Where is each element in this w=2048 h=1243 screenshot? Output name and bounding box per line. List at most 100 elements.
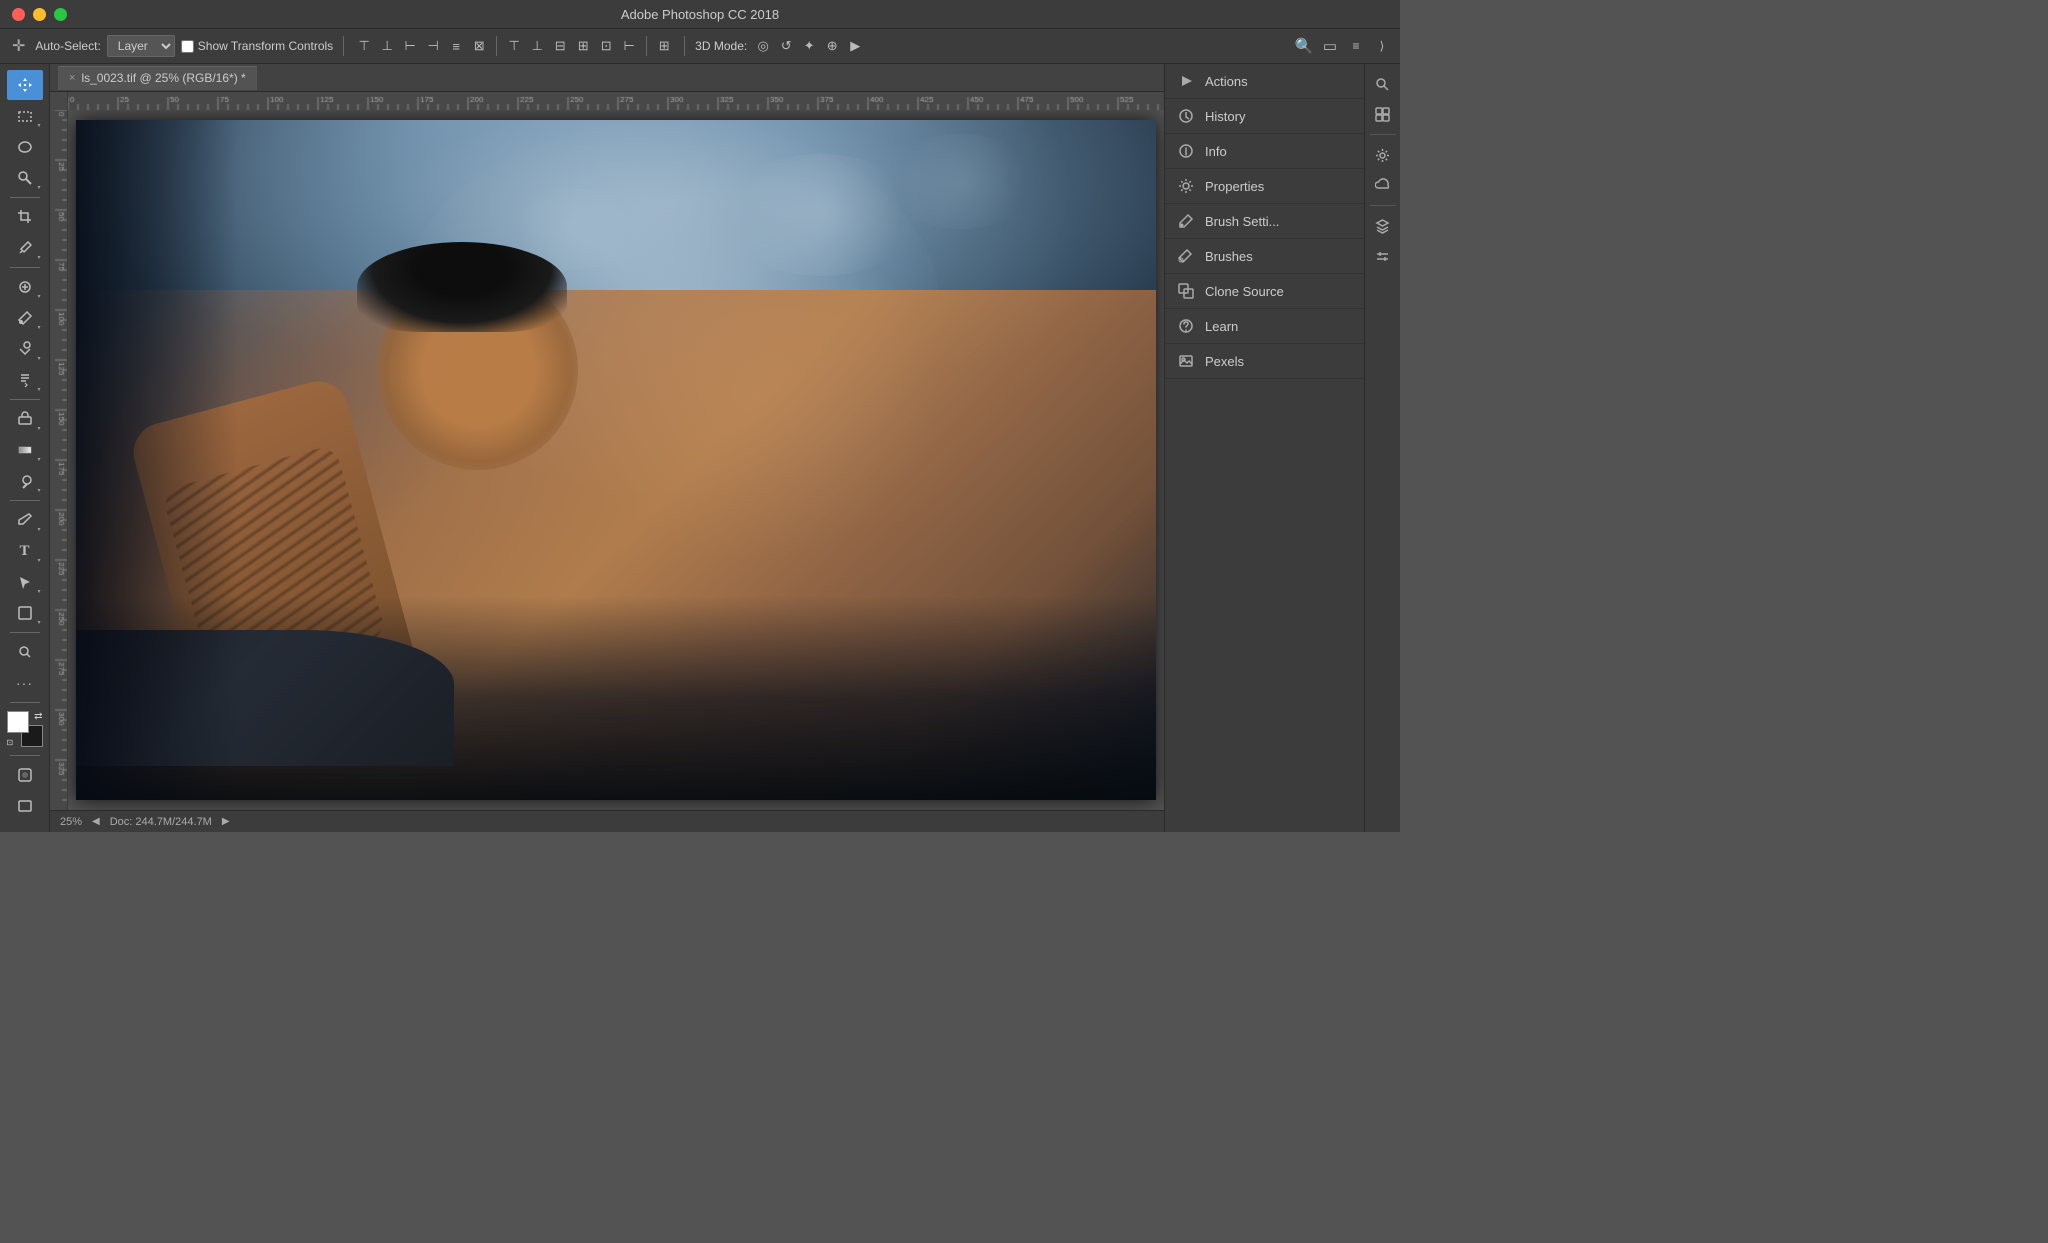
panel-item-clone-source[interactable]: Clone Source: [1165, 274, 1364, 309]
strip-separator-2: [1370, 205, 1396, 206]
title-bar: Adobe Photoshop CC 2018: [0, 0, 1400, 28]
align-left-icon[interactable]: ⊣: [423, 36, 443, 56]
strip-adjustments-icon[interactable]: [1369, 242, 1397, 270]
ruler-vertical: [50, 110, 68, 810]
tool-path-select[interactable]: ▾: [7, 567, 43, 597]
info-icon: [1177, 142, 1195, 160]
window-controls: [12, 8, 67, 21]
align-vcenter-icon[interactable]: ⊥: [377, 36, 397, 56]
strip-layers-icon[interactable]: [1369, 212, 1397, 240]
app-title: Adobe Photoshop CC 2018: [621, 7, 779, 22]
transform-controls-label[interactable]: Show Transform Controls: [181, 39, 333, 53]
tab-bar: × ls_0023.tif @ 25% (RGB/16*) *: [50, 64, 1164, 92]
brushes-label: Brushes: [1205, 249, 1352, 264]
clone-source-label: Clone Source: [1205, 284, 1352, 299]
layer-dropdown[interactable]: Layer Group: [107, 35, 175, 57]
options-bar: ✛ Auto-Select: Layer Group Show Transfor…: [0, 28, 1400, 64]
3d-scale-icon[interactable]: ▶: [845, 36, 865, 56]
3d-slide-icon[interactable]: ⊕: [822, 36, 842, 56]
tool-heal[interactable]: ▾: [7, 272, 43, 302]
tool-quick-mask[interactable]: [7, 760, 43, 790]
strip-search-icon[interactable]: [1369, 70, 1397, 98]
brush-settings-label: Brush Setti...: [1205, 214, 1352, 229]
tool-lasso[interactable]: [7, 132, 43, 162]
tool-gradient[interactable]: ▾: [7, 435, 43, 465]
canvas-with-ruler: [50, 110, 1164, 810]
strip-arrange-icon[interactable]: [1369, 100, 1397, 128]
distribute-vcenter-icon[interactable]: ⊥: [527, 36, 547, 56]
tool-select-rect[interactable]: ▾: [7, 101, 43, 131]
distribute-right-icon[interactable]: ⊢: [619, 36, 639, 56]
panel-item-pexels[interactable]: Pexels: [1165, 344, 1364, 379]
properties-label: Properties: [1205, 179, 1352, 194]
status-right-arrow[interactable]: ▶: [222, 816, 230, 827]
strip-cloud-icon[interactable]: [1369, 171, 1397, 199]
canvas-container[interactable]: [68, 110, 1164, 810]
3d-mode-label: 3D Mode:: [695, 39, 747, 53]
distribute-top-icon[interactable]: ⊤: [504, 36, 524, 56]
canvas-image[interactable]: [76, 120, 1156, 800]
tool-eyedropper[interactable]: ▾: [7, 233, 43, 263]
separator-1: [343, 36, 344, 56]
document-tab[interactable]: × ls_0023.tif @ 25% (RGB/16*) *: [58, 66, 257, 90]
tool-more[interactable]: ···: [7, 668, 43, 698]
align-top-icon[interactable]: ⊤: [354, 36, 374, 56]
reset-colors-icon[interactable]: ⊡: [7, 738, 14, 747]
distribute-left-icon[interactable]: ⊞: [573, 36, 593, 56]
status-bar: 25% ◀ Doc: 244.7M/244.7M ▶: [50, 810, 1164, 832]
tool-separator-3: [10, 399, 40, 400]
learn-label: Learn: [1205, 319, 1352, 334]
tool-dodge[interactable]: ▾: [7, 466, 43, 496]
color-swatches[interactable]: ⇄ ⊡: [7, 711, 43, 747]
maximize-button[interactable]: [54, 8, 67, 21]
close-button[interactable]: [12, 8, 25, 21]
clone-source-icon: [1177, 282, 1195, 300]
search-icon-topbar[interactable]: 🔍: [1294, 36, 1314, 56]
arrange-icon[interactable]: ▭: [1320, 36, 1340, 56]
tool-clone-stamp[interactable]: ▾: [7, 334, 43, 364]
strip-separator-1: [1370, 134, 1396, 135]
tab-close-button[interactable]: ×: [69, 72, 75, 84]
3d-rotate-icon[interactable]: ◎: [753, 36, 773, 56]
expand-icon[interactable]: ⟩: [1372, 36, 1392, 56]
main-layout: ▾ ▾ ▾ ▾ ▾ ▾ ▾: [0, 64, 1400, 832]
tool-magic-wand[interactable]: ▾: [7, 163, 43, 193]
3d-pan-icon[interactable]: ✦: [799, 36, 819, 56]
tool-move[interactable]: [7, 70, 43, 100]
tool-shape[interactable]: ▾: [7, 598, 43, 628]
distribute-bottom-icon[interactable]: ⊟: [550, 36, 570, 56]
3d-roll-icon[interactable]: ↺: [776, 36, 796, 56]
right-panels: Actions History Info Properties: [1164, 64, 1364, 832]
workspace-icon[interactable]: ≡: [1346, 36, 1366, 56]
tool-history-brush[interactable]: ▾: [7, 365, 43, 395]
transform-controls-checkbox[interactable]: [181, 40, 194, 53]
strip-settings-icon[interactable]: [1369, 141, 1397, 169]
panel-item-properties[interactable]: Properties: [1165, 169, 1364, 204]
extra-icon[interactable]: ⊞: [654, 36, 674, 56]
panel-item-brushes[interactable]: Brushes: [1165, 239, 1364, 274]
right-icon-strip: [1364, 64, 1400, 832]
minimize-button[interactable]: [33, 8, 46, 21]
panel-item-brush-settings[interactable]: Brush Setti...: [1165, 204, 1364, 239]
tool-eraser[interactable]: ▾: [7, 404, 43, 434]
align-bottom-icon[interactable]: ⊢: [400, 36, 420, 56]
status-left-arrow[interactable]: ◀: [92, 816, 100, 827]
panel-item-actions[interactable]: Actions: [1165, 64, 1364, 99]
align-hcenter-icon[interactable]: ≡: [446, 36, 466, 56]
tool-crop[interactable]: [7, 202, 43, 232]
tool-zoom[interactable]: [7, 637, 43, 667]
3d-icons: ◎ ↺ ✦ ⊕ ▶: [753, 36, 865, 56]
tool-type[interactable]: T ▾: [7, 536, 43, 566]
tool-pen[interactable]: ▾: [7, 505, 43, 535]
bokeh-3: [886, 134, 1037, 229]
panel-item-history[interactable]: History: [1165, 99, 1364, 134]
panel-item-info[interactable]: Info: [1165, 134, 1364, 169]
swap-colors-icon[interactable]: ⇄: [34, 711, 42, 722]
tool-screen-mode[interactable]: [7, 791, 43, 821]
align-right-icon[interactable]: ⊠: [469, 36, 489, 56]
move-tool-icon[interactable]: ✛: [8, 34, 29, 58]
foreground-color-swatch[interactable]: [7, 711, 29, 733]
distribute-hcenter-icon[interactable]: ⊡: [596, 36, 616, 56]
tool-brush[interactable]: ▾: [7, 303, 43, 333]
panel-item-learn[interactable]: Learn: [1165, 309, 1364, 344]
